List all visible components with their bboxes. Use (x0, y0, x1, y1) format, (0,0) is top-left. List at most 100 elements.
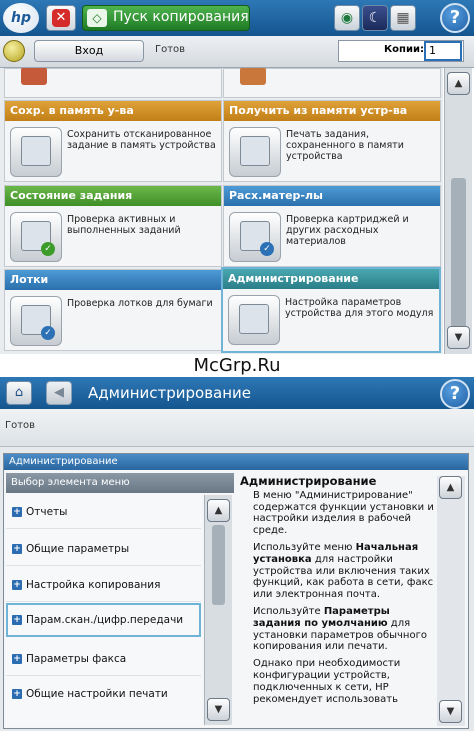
menu-item-label: Настройка копирования (26, 579, 161, 591)
device-status-text: Готов (5, 420, 36, 431)
home-button[interactable]: ⌂ (6, 381, 32, 405)
menu-item-label: Параметры факса (26, 653, 127, 665)
tile-header: Получить из памяти устр-ва (224, 101, 440, 121)
menu-item-label: Общие настройки печати (26, 688, 168, 700)
info-paragraph: Однако при необходимости конфигурации ус… (253, 658, 401, 705)
menu-item-print-settings[interactable]: + Общие настройки печати (6, 677, 201, 711)
chevron-down-icon: ▼ (214, 704, 223, 715)
menu-header: Выбор элемента меню (6, 473, 234, 493)
tile-save-to-memory[interactable]: Сохр. в память у-ва Сохранить отсканиров… (4, 100, 222, 182)
globe-icon: ◉ (340, 10, 354, 26)
menu-scroll-down-button[interactable]: ▼ (207, 698, 230, 721)
info-paragraph: В меню "Администрирование" содержатся фу… (253, 489, 434, 537)
chevron-down-icon: ▼ (446, 706, 455, 717)
menu-item-scan-settings[interactable]: + Парам.скан./цифр.передачи (6, 603, 201, 637)
tile-job-status[interactable]: Состояние задания ✓ Проверка активных и … (4, 185, 222, 267)
tile-header: Администрирование (223, 269, 439, 289)
help-icon: ? (449, 7, 461, 28)
tile-description: Проверка активных и выполненных заданий (67, 214, 181, 236)
info-paragraph: Используйте Параметры задания по умолчан… (253, 605, 427, 653)
help-info-panel: Администрирование В меню "Администрирова… (240, 476, 436, 726)
language-button[interactable]: ▦ (390, 5, 416, 31)
menu-item-label: Отчеты (26, 506, 68, 518)
menu-item-general-settings[interactable]: + Общие параметры (6, 532, 201, 566)
scroll-thumb[interactable] (451, 178, 466, 328)
help-button[interactable]: ? (440, 379, 470, 409)
partial-tile-icon (240, 68, 266, 85)
supplies-icon: ✓ (229, 212, 281, 262)
copies-input[interactable]: 1 (424, 41, 462, 61)
expand-plus-icon: + (12, 654, 22, 664)
tile-description: Настройка параметров устройства для этог… (285, 297, 434, 319)
copies-label: Копии: (384, 44, 424, 55)
partial-tile-right[interactable] (223, 68, 441, 98)
administration-icon (228, 295, 280, 345)
stop-icon: ✕ (52, 9, 70, 27)
help-icon: ? (449, 383, 461, 404)
menu-scroll-up-button[interactable]: ▲ (207, 499, 230, 522)
info-scroll-down-button[interactable]: ▼ (439, 700, 462, 723)
back-arrow-icon: ◀ (54, 385, 64, 400)
tile-administration[interactable]: Администрирование Настройка параметров у… (221, 267, 441, 353)
menu-scroll-thumb[interactable] (212, 525, 225, 605)
tile-supplies[interactable]: Расх.матер-лы ✓ Проверка картриджей и др… (223, 185, 441, 267)
status-light-icon (3, 40, 25, 62)
tile-trays[interactable]: Лотки ✓ Проверка лотков для бумаги (4, 269, 222, 351)
home-tiles-area: Сохр. в память у-ва Сохранить отсканиров… (0, 68, 443, 354)
info-scroll-up-button[interactable]: ▲ (439, 476, 462, 499)
chevron-down-icon: ▼ (454, 332, 463, 343)
page-title: Администрирование (88, 384, 252, 402)
partial-tile-icon (21, 68, 47, 85)
scroll-down-button[interactable]: ▼ (447, 326, 470, 349)
info-paragraph: Используйте меню Начальная установка для… (253, 541, 434, 601)
info-scrollbar[interactable]: ▲ ▼ (437, 476, 465, 726)
tiles-scrollbar[interactable]: ▲ ▼ (444, 68, 472, 354)
tile-header: Расх.матер-лы (224, 186, 440, 206)
chevron-up-icon: ▲ (446, 482, 455, 493)
expand-plus-icon: + (12, 689, 22, 699)
grid-icon: ▦ (396, 10, 410, 26)
tile-description: Проверка картриджей и других расходных м… (286, 214, 409, 247)
back-button[interactable]: ◀ (46, 381, 72, 405)
network-globe-button[interactable]: ◉ (334, 5, 360, 31)
job-status-icon: ✓ (10, 212, 62, 262)
hp-logo: hp (3, 3, 39, 33)
tile-header: Состояние задания (5, 186, 221, 206)
start-copy-button[interactable]: ◇ Пуск копирования (82, 5, 250, 31)
stop-button[interactable]: ✕ (46, 5, 76, 31)
home-icon: ⌂ (14, 385, 24, 400)
trays-icon: ✓ (10, 296, 62, 346)
tile-description: Проверка лотков для бумаги (67, 298, 213, 309)
info-title: Администрирование (240, 476, 377, 488)
frame-title: Администрирование (4, 454, 468, 470)
chevron-up-icon: ▲ (454, 78, 463, 89)
status-bar-bottom (0, 409, 474, 447)
watermark: McGrp.Ru (0, 354, 474, 378)
expand-plus-icon: + (12, 615, 22, 625)
expand-plus-icon: + (12, 544, 22, 554)
expand-plus-icon: + (12, 580, 22, 590)
login-button[interactable]: Вход (34, 40, 144, 62)
tile-header: Лотки (5, 270, 221, 290)
menu-item-label: Парам.скан./цифр.передачи (26, 614, 184, 626)
tile-description: Сохранить отсканированное задание в памя… (67, 129, 216, 151)
tile-retrieve-from-memory[interactable]: Получить из памяти устр-ва Печать задани… (223, 100, 441, 182)
retrieve-memory-icon (229, 127, 281, 177)
scroll-up-button[interactable]: ▲ (447, 72, 470, 95)
menu-item-copy-settings[interactable]: + Настройка копирования (6, 568, 201, 602)
menu-scrollbar[interactable]: ▲ ▼ (204, 495, 232, 725)
moon-icon: ☾ (368, 10, 382, 26)
partial-tile-left[interactable] (4, 68, 222, 98)
help-button-top[interactable]: ? (440, 3, 470, 33)
tile-header: Сохр. в память у-ва (5, 101, 221, 121)
chevron-up-icon: ▲ (214, 505, 223, 516)
start-icon: ◇ (87, 9, 107, 27)
device-status-text: Готов (155, 44, 186, 55)
menu-item-fax-settings[interactable]: + Параметры факса (6, 642, 201, 676)
tile-description: Печать задания, сохраненного в памяти ус… (286, 129, 404, 162)
expand-plus-icon: + (12, 507, 22, 517)
sleep-button[interactable]: ☾ (362, 5, 388, 31)
save-memory-icon (10, 127, 62, 177)
menu-item-reports[interactable]: + Отчеты (6, 495, 201, 529)
menu-item-label: Общие параметры (26, 543, 130, 555)
